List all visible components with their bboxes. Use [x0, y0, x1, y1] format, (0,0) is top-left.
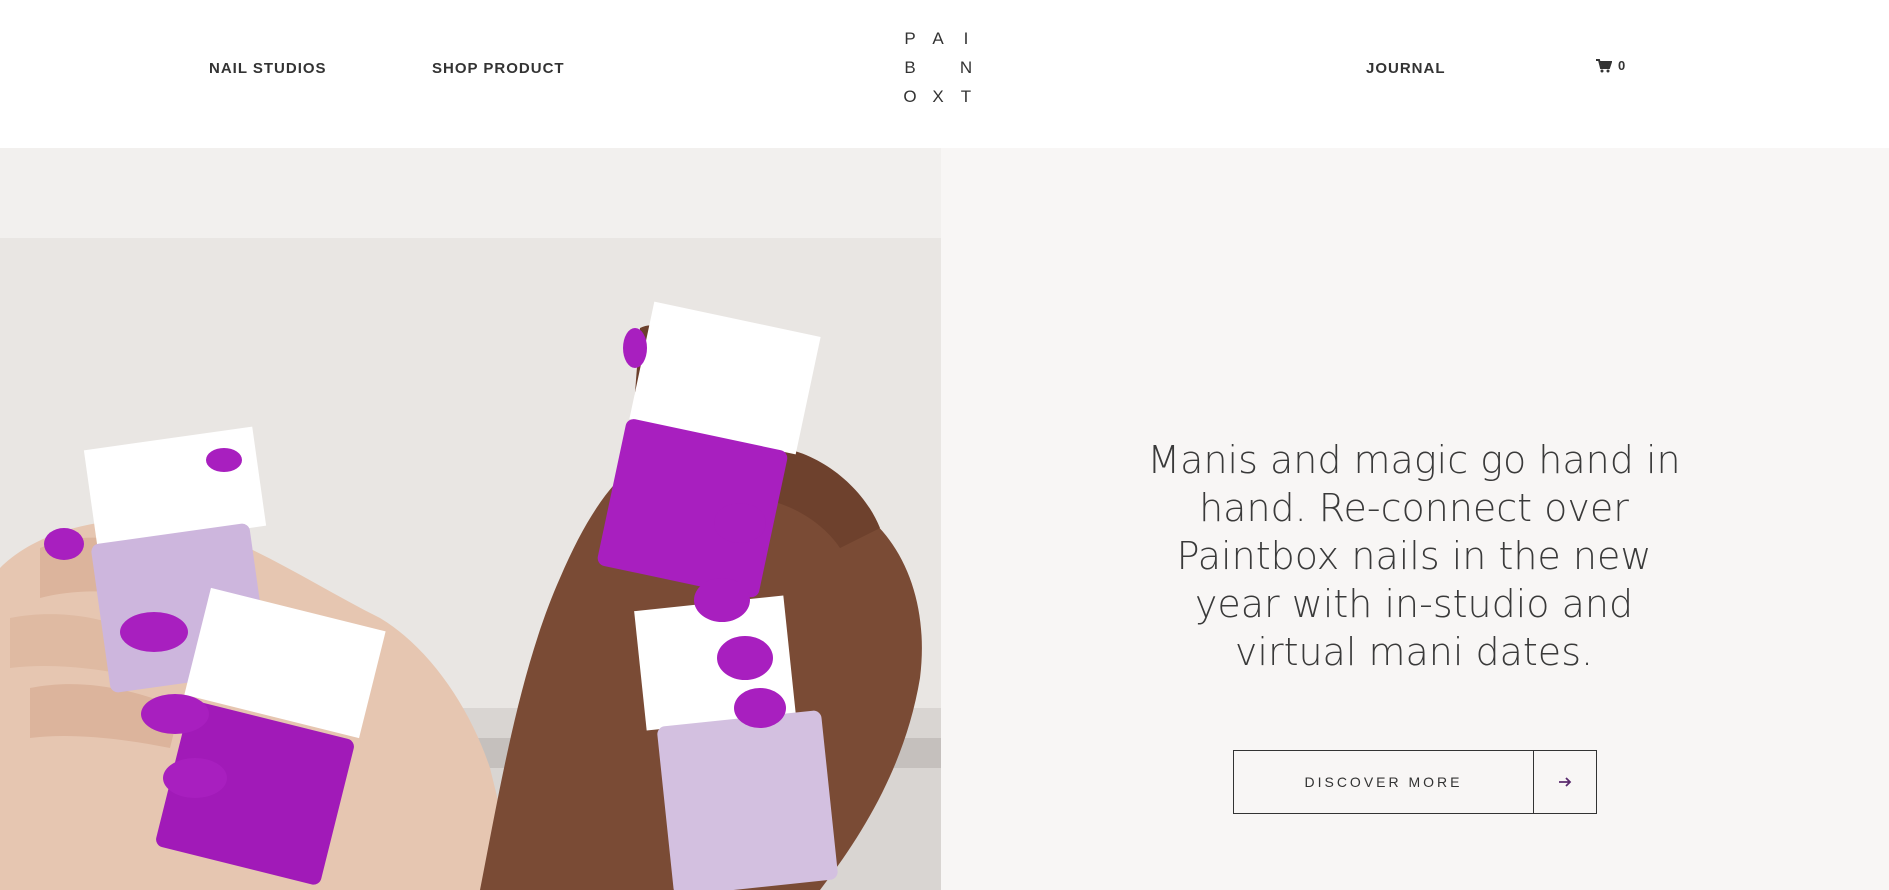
logo-letter: A: [932, 28, 944, 48]
arrow-right-icon: [1534, 751, 1596, 813]
nav-shop-product[interactable]: SHOP PRODUCT: [432, 60, 565, 77]
logo-letter: N: [959, 57, 973, 77]
logo-letter: P: [904, 28, 916, 48]
nav-journal[interactable]: JOURNAL: [1366, 60, 1446, 77]
cart-icon: [1596, 58, 1612, 72]
logo-letter: I: [963, 28, 969, 48]
site-header: NAIL STUDIOS SHOP PRODUCT P A I B N O X …: [0, 0, 1889, 148]
logo-letter: X: [932, 86, 944, 106]
logo[interactable]: P A I B N O X T: [896, 24, 980, 110]
logo-letter: B: [904, 57, 916, 77]
cart-button[interactable]: 0: [1596, 58, 1625, 73]
cart-count: 0: [1618, 58, 1626, 73]
hero-image: [0, 148, 941, 890]
logo-letter: [924, 53, 952, 82]
discover-more-label: DISCOVER MORE: [1234, 751, 1534, 813]
logo-letter: O: [903, 86, 917, 106]
nav-nail-studios[interactable]: NAIL STUDIOS: [209, 60, 327, 77]
hero-section: Manis and magic go hand in hand. Re-conn…: [0, 148, 1889, 890]
discover-more-button[interactable]: DISCOVER MORE: [1233, 750, 1597, 814]
nail-polish-photo: [0, 148, 941, 890]
hero-headline: Manis and magic go hand in hand. Re-conn…: [1147, 438, 1681, 674]
logo-letter: T: [960, 86, 972, 106]
